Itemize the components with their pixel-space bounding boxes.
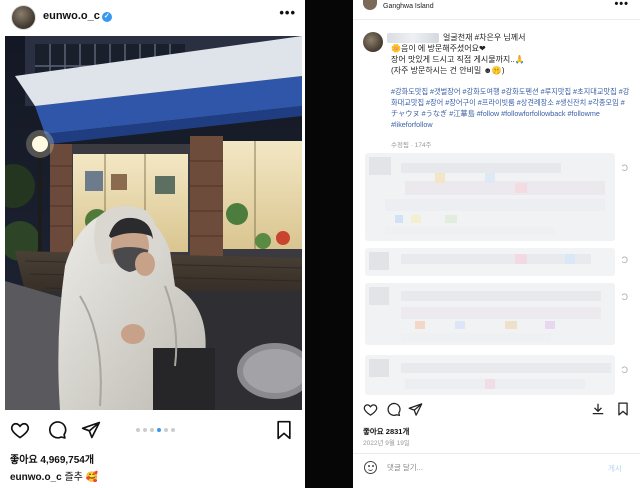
- more-options-icon[interactable]: •••: [614, 0, 629, 10]
- avatar[interactable]: [11, 5, 36, 30]
- black-divider: [305, 0, 353, 488]
- caption-line: (자주 방문하시는 건 안비밀 ☻🤫): [391, 66, 505, 75]
- heart-icon[interactable]: [10, 420, 30, 440]
- carousel-dot-active: [157, 428, 161, 432]
- share-icon[interactable]: [408, 402, 423, 417]
- blurred-comment: [365, 355, 615, 395]
- blurred-comment: [365, 283, 615, 345]
- comment-input[interactable]: [387, 463, 587, 472]
- post-caption: 얼굴천재 #차은우 님께서 🌼음이 에 방문해주셨어요❤ 장어 맛있게 드시고 …: [391, 32, 631, 76]
- reply-icon[interactable]: Ɔ: [622, 292, 629, 302]
- username-text[interactable]: eunwo.o_c: [43, 10, 100, 22]
- post-header: Ganghwa Island •••: [361, 0, 633, 16]
- post-comment-button[interactable]: 게시: [608, 463, 622, 474]
- carousel-dot: [164, 428, 168, 432]
- caption-line: 얼굴천재 #차은우 님께서: [443, 33, 526, 42]
- edited-label: 수정됨 · 174주: [391, 142, 432, 149]
- caption-line: 장어 맛있게 드시고 직접 게시물까지..🙏: [391, 55, 525, 64]
- username[interactable]: eunwo.o_c ✓: [43, 10, 112, 22]
- verified-badge-icon: ✓: [101, 12, 112, 22]
- carousel-dot: [150, 428, 154, 432]
- reply-icon[interactable]: Ɔ: [622, 255, 629, 265]
- carousel-dot: [136, 428, 140, 432]
- divider-line: [353, 19, 640, 20]
- post-header: eunwo.o_c ✓ •••: [8, 3, 300, 30]
- location-label[interactable]: Ganghwa Island: [383, 3, 434, 10]
- comment-icon[interactable]: [47, 420, 67, 440]
- likes-count[interactable]: 좋아요 2831개: [363, 426, 409, 437]
- caption-username[interactable]: eunwo.o_c: [10, 472, 62, 483]
- carousel-indicator: [136, 428, 175, 432]
- avatar[interactable]: [363, 32, 383, 52]
- download-icon[interactable]: [591, 402, 605, 416]
- hashtag-list[interactable]: #강화도맛집 #갯벌장어 #강화도여행 #강화도펜션 #루지맛집 #초지대교맛집…: [391, 86, 631, 130]
- carousel-dot: [143, 428, 147, 432]
- post-caption: eunwo.o_c 즐추 🥰: [10, 468, 98, 483]
- comment-icon[interactable]: [386, 402, 401, 417]
- post-actions-bar: [10, 420, 295, 442]
- heart-icon[interactable]: [363, 402, 378, 417]
- avatar[interactable]: [363, 0, 377, 10]
- blurred-comment: [365, 153, 615, 241]
- blurred-comment: [365, 248, 615, 276]
- more-options-icon[interactable]: •••: [279, 5, 296, 20]
- bookmark-icon[interactable]: [275, 420, 293, 440]
- divider-line: [353, 453, 640, 454]
- left-instagram-post: eunwo.o_c ✓ ••• 좋아요 4,969,754개 eunwo.o_c…: [0, 0, 305, 488]
- caption-line: 🌼음이 에 방문해주셨어요❤: [391, 44, 486, 53]
- likes-count[interactable]: 좋아요 4,969,754개: [10, 451, 94, 466]
- post-date: 2022년 9월 19일: [363, 440, 410, 447]
- share-icon[interactable]: [81, 420, 101, 440]
- reply-icon[interactable]: Ɔ: [622, 163, 629, 173]
- carousel-dot: [171, 428, 175, 432]
- post-photo[interactable]: [5, 36, 302, 410]
- post-photo-scene: [5, 36, 302, 410]
- reply-icon[interactable]: Ɔ: [622, 365, 629, 375]
- bookmark-icon[interactable]: [617, 402, 629, 416]
- caption-text: 즐추 🥰: [64, 472, 99, 483]
- right-instagram-post: Ganghwa Island ••• 얼굴천재 #차은우 님께서 🌼음이 에 방…: [353, 0, 640, 488]
- emoji-icon[interactable]: [364, 461, 377, 474]
- post-actions-bar: [363, 402, 633, 418]
